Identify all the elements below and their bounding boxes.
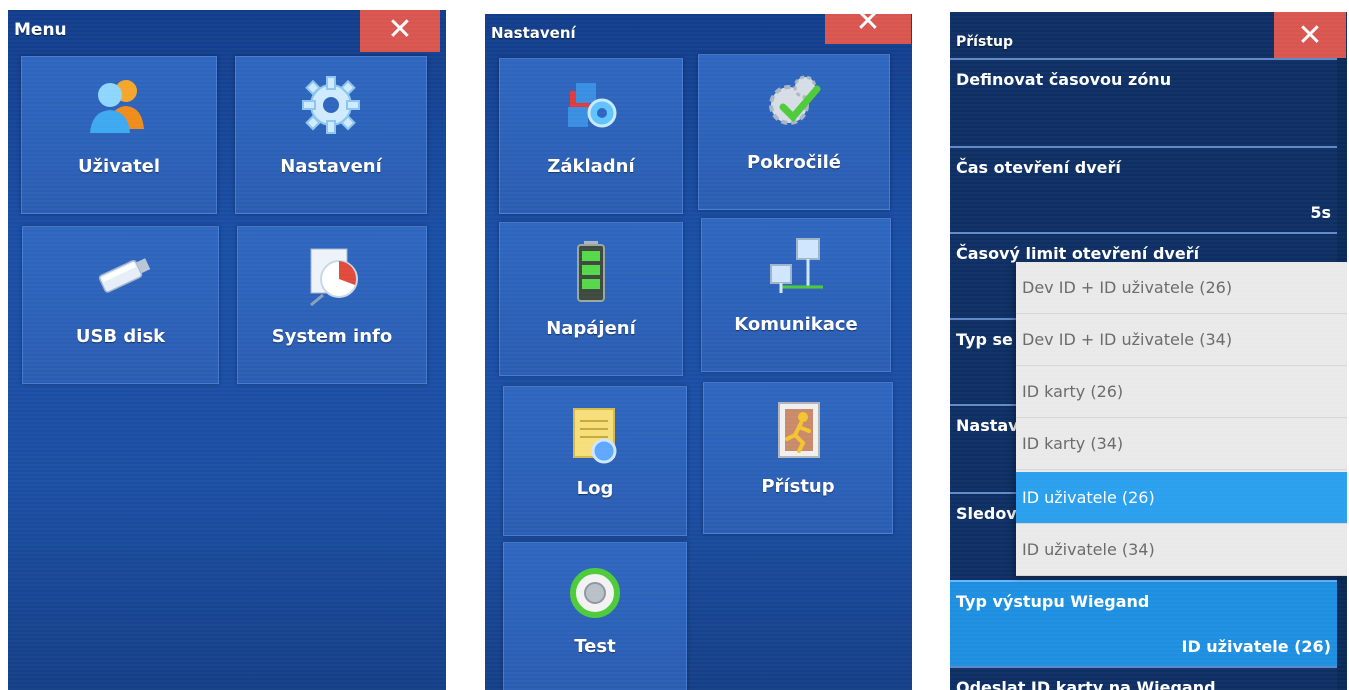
- battery-icon: [577, 241, 605, 302]
- basic-settings-icon: [568, 83, 617, 128]
- dropdown-option[interactable]: ID karty (26): [1016, 366, 1347, 418]
- row-label: Čas otevření dveří: [956, 158, 1121, 177]
- menu-screen: Menu ✕ Uživatel Nastavení USB disk Syste…: [8, 10, 446, 690]
- row-value: 5s: [1310, 203, 1331, 222]
- settings-close-button[interactable]: ✕: [825, 14, 911, 44]
- dropdown-option[interactable]: Dev ID + ID uživatele (34): [1016, 314, 1347, 366]
- row-label: Typ výstupu Wiegand: [956, 592, 1150, 611]
- row-define-time-zone[interactable]: Definovat časovou zónu: [950, 58, 1337, 146]
- tile-label: Napájení: [546, 318, 636, 339]
- menu-titlebar: Menu ✕: [8, 10, 446, 56]
- access-title: Přístup: [956, 34, 1013, 50]
- row-label: Definovat časovou zónu: [956, 70, 1172, 89]
- access-titlebar: Přístup ✕: [950, 12, 1347, 60]
- tile-label: System info: [271, 326, 393, 347]
- settings-screen: Nastavení ✕ Základní Pokročilé Napájení: [485, 14, 912, 690]
- tile-label: Pokročilé: [747, 152, 841, 173]
- tile-label: Test: [574, 636, 616, 657]
- access-close-button[interactable]: ✕: [1274, 12, 1346, 60]
- tile-zakladni[interactable]: Základní: [499, 58, 683, 214]
- tile-label: Uživatel: [77, 156, 161, 177]
- tile-pristup[interactable]: Přístup: [703, 382, 893, 534]
- tile-system-info[interactable]: System info: [237, 226, 427, 384]
- test-dial-icon: [570, 568, 620, 618]
- row-label: Časový limit otevření dveří: [956, 244, 1200, 263]
- tile-label: USB disk: [75, 326, 166, 347]
- dropdown-option[interactable]: ID karty (34): [1016, 418, 1347, 470]
- tile-label: Přístup: [761, 476, 835, 497]
- tile-pokrocile[interactable]: Pokročilé: [698, 54, 890, 210]
- usb-drive-icon: [98, 258, 150, 293]
- network-computers-icon: [770, 238, 823, 293]
- tile-nastaveni[interactable]: Nastavení: [235, 56, 427, 214]
- tile-usb-disk[interactable]: USB disk: [22, 226, 219, 384]
- tile-napajeni[interactable]: Napájení: [499, 222, 683, 376]
- access-door-icon: [778, 402, 820, 458]
- access-screen: Přístup ✕ Definovat časovou zónu Čas ote…: [950, 12, 1347, 690]
- settings-title: Nastavení: [491, 24, 576, 42]
- tile-uzivatel[interactable]: Uživatel: [21, 56, 217, 214]
- tile-test[interactable]: Test: [503, 542, 687, 690]
- dropdown-option-selected[interactable]: ID uživatele (26): [1016, 472, 1347, 524]
- row-send-card-id-wiegand[interactable]: Odeslat ID karty na Wiegand: [950, 666, 1337, 690]
- log-notepad-icon: [573, 408, 617, 464]
- row-label: Nastav: [956, 416, 1019, 435]
- row-door-open-time[interactable]: Čas otevření dveří 5s: [950, 146, 1337, 232]
- row-value: ID uživatele (26): [1181, 637, 1331, 656]
- dropdown-option[interactable]: Dev ID + ID uživatele (26): [1016, 262, 1347, 314]
- tile-label: Log: [576, 478, 614, 499]
- tile-log[interactable]: Log: [503, 386, 687, 536]
- tile-label: Komunikace: [734, 314, 858, 335]
- menu-title: Menu: [14, 20, 67, 40]
- system-info-icon: [310, 248, 358, 307]
- row-label: Typ se: [956, 330, 1013, 349]
- tile-label: Nastavení: [280, 156, 382, 177]
- gear-icon: [302, 76, 360, 134]
- menu-close-button[interactable]: ✕: [360, 10, 440, 52]
- wiegand-type-dropdown: Dev ID + ID uživatele (26) Dev ID + ID u…: [1016, 262, 1347, 576]
- row-wiegand-output-type[interactable]: Typ výstupu Wiegand ID uživatele (26): [950, 580, 1337, 666]
- tile-label: Základní: [547, 156, 635, 177]
- advanced-gear-check-icon: [769, 75, 821, 125]
- row-label: Odeslat ID karty na Wiegand: [956, 678, 1216, 690]
- users-icon: [90, 80, 144, 133]
- tile-komunikace[interactable]: Komunikace: [701, 218, 891, 372]
- row-label: Sledov: [956, 504, 1017, 523]
- dropdown-option[interactable]: ID uživatele (34): [1016, 524, 1347, 576]
